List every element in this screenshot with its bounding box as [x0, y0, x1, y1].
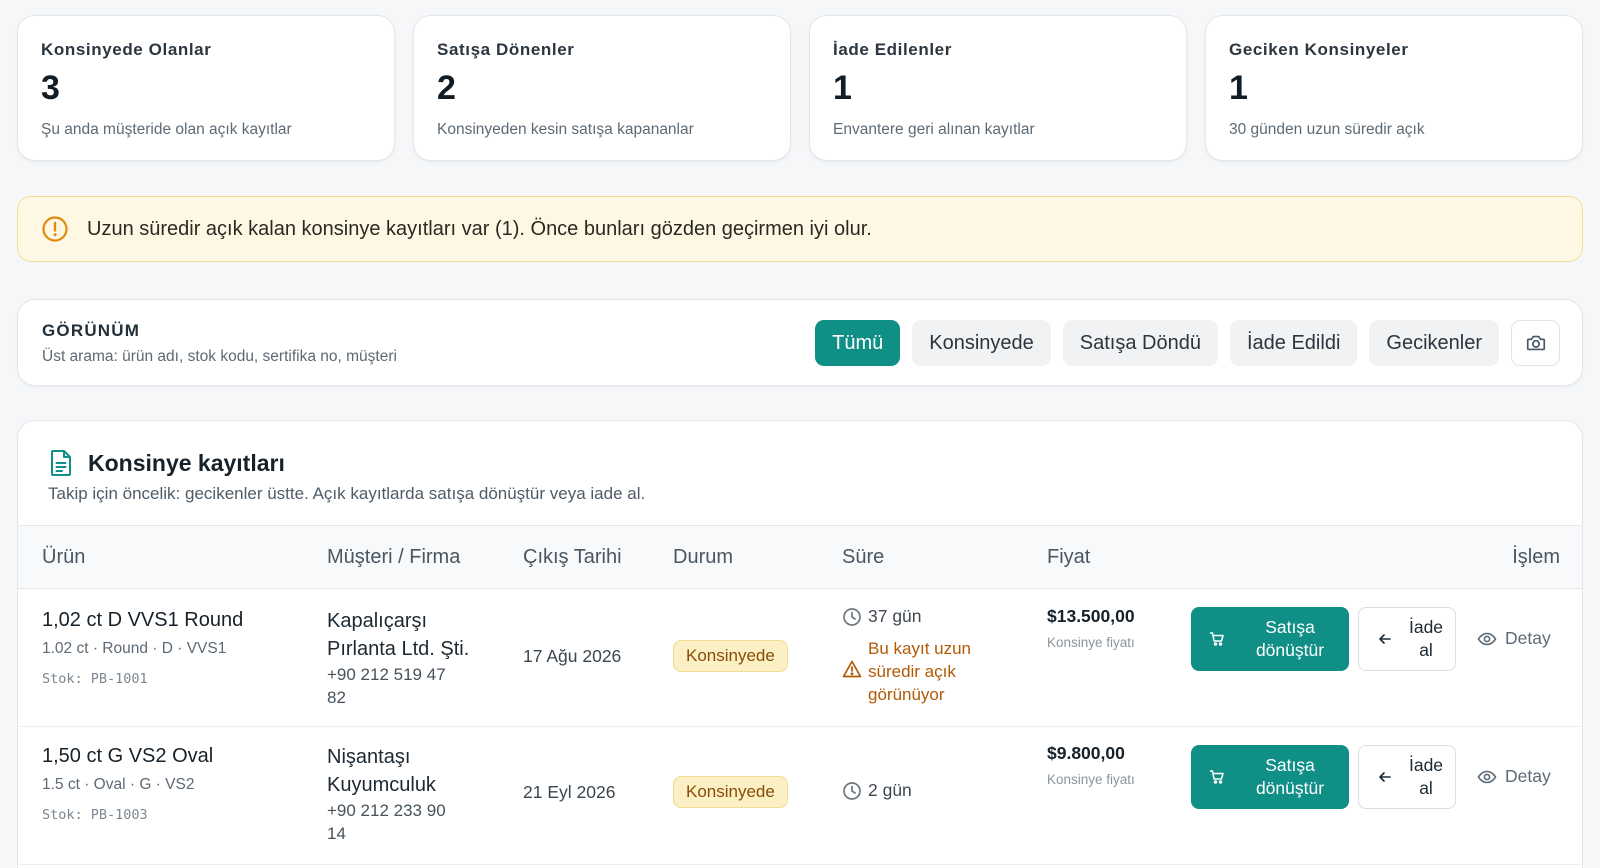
stat-value: 1 — [1229, 69, 1248, 107]
view-panel: GÖRÜNÜM Üst arama: ürün adı, stok kodu, … — [17, 299, 1583, 386]
checkout-date: 17 Ağu 2026 — [523, 646, 622, 666]
warning-text: Bu kayıt uzun süredir açık görünüyor — [868, 639, 972, 704]
filter-consigned-button[interactable]: Konsinyede — [912, 320, 1051, 366]
product-stock-code: Stok: PB-1003 — [42, 807, 148, 823]
status-badge: Konsinyede — [673, 776, 788, 808]
records-subtitle: Takip için öncelik: gecikenler üstte. Aç… — [48, 484, 646, 503]
stat-card-sold: Satışa Dönenler 2 Konsinyeden kesin satı… — [413, 15, 791, 161]
customer-name: Kapalıçarşı Pırlanta Ltd. Şti. — [327, 610, 470, 660]
stat-subtitle: Envantere geri alınan kayıtlar — [833, 121, 1035, 138]
return-label: İade al — [1408, 617, 1444, 660]
return-label: İade al — [1408, 755, 1444, 798]
view-subtitle: Üst arama: ürün adı, stok kodu, sertifik… — [42, 348, 397, 365]
view-title: GÖRÜNÜM — [42, 321, 141, 340]
stat-title: Satışa Dönenler — [437, 40, 575, 59]
filter-sold-button[interactable]: Satışa Döndü — [1062, 320, 1218, 366]
duration: 2 gün — [842, 780, 912, 801]
duration: 37 gün — [842, 606, 922, 627]
return-button[interactable]: İade al — [1358, 607, 1456, 671]
customer-name: Nişantaşı Kuyumculuk — [327, 746, 436, 796]
convert-label: Satışa dönüştür — [1255, 755, 1325, 798]
records-header: Konsinye kayıtları — [48, 449, 285, 477]
column-header-status[interactable]: Durum — [673, 546, 733, 569]
product-meta: 1.02 ct · Round · D · VVS1 — [42, 640, 227, 657]
stat-card-consigned: Konsinyede Olanlar 3 Şu anda müşteride o… — [17, 15, 395, 161]
product-name: 1,02 ct D VVS1 Round — [42, 609, 244, 631]
detail-link[interactable]: Detay — [1477, 628, 1551, 649]
product-stock-code: Stok: PB-1001 — [42, 671, 148, 687]
eye-icon — [1477, 770, 1497, 783]
stat-card-returned: İade Edilenler 1 Envantere geri alınan k… — [809, 15, 1187, 161]
column-header-date[interactable]: Çıkış Tarihi — [523, 546, 622, 569]
eye-icon — [1477, 632, 1497, 645]
stat-value: 1 — [833, 69, 852, 107]
detail-label: Detay — [1505, 766, 1551, 786]
clock-icon — [842, 781, 862, 801]
stat-title: İade Edilenler — [833, 40, 952, 59]
checkout-date: 21 Eyl 2026 — [523, 782, 616, 802]
table-row: 1,02 ct D VVS1 Round 1.02 ct · Round · D… — [18, 589, 1582, 727]
status-badge: Konsinyede — [673, 640, 788, 672]
alert-text: Uzun süredir açık kalan konsinye kayıtla… — [87, 217, 872, 240]
column-header-product[interactable]: Ürün — [42, 546, 85, 569]
table-header: Ürün Müşteri / Firma Çıkış Tarihi Durum … — [18, 525, 1582, 589]
column-header-price[interactable]: Fiyat — [1047, 546, 1090, 569]
customer-cell: Nişantaşı Kuyumculuk +90 212 233 90 14 — [327, 743, 497, 845]
clock-icon — [842, 607, 862, 627]
column-header-duration[interactable]: Süre — [842, 546, 884, 569]
column-header-action: İşlem — [1512, 546, 1560, 568]
stat-cards: Konsinyede Olanlar 3 Şu anda müşteride o… — [17, 15, 1583, 161]
filter-tabs: Tümü Konsinyede Satışa Döndü İade Edildi… — [815, 320, 1560, 366]
price-note: Konsinye fiyatı — [1047, 635, 1135, 650]
price: $9.800,00 — [1047, 743, 1125, 763]
return-button[interactable]: İade al — [1358, 745, 1456, 809]
camera-icon — [1526, 335, 1545, 351]
stat-subtitle: 30 günden uzun süredir açık — [1229, 121, 1425, 138]
convert-to-sale-button[interactable]: Satışa dönüştür — [1191, 745, 1349, 809]
convert-to-sale-button[interactable]: Satışa dönüştür — [1191, 607, 1349, 671]
cart-icon — [1209, 770, 1224, 784]
filter-overdue-button[interactable]: Gecikenler — [1369, 320, 1499, 366]
product-name: 1,50 ct G VS2 Oval — [42, 745, 214, 767]
detail-link[interactable]: Detay — [1477, 766, 1551, 787]
stat-card-overdue: Geciken Konsinyeler 1 30 günden uzun sür… — [1205, 15, 1583, 161]
arrow-left-icon — [1379, 772, 1391, 782]
duration-text: 37 gün — [868, 606, 922, 626]
document-icon — [51, 450, 71, 476]
table-row: 1,50 ct G VS2 Oval 1.5 ct · Oval · G · V… — [18, 727, 1582, 865]
camera-button[interactable] — [1511, 320, 1560, 366]
stat-title: Geciken Konsinyeler — [1229, 40, 1409, 59]
filter-returned-button[interactable]: İade Edildi — [1229, 320, 1358, 366]
stat-value: 3 — [41, 69, 60, 107]
product-meta: 1.5 ct · Oval · G · VS2 — [42, 776, 195, 793]
customer-cell: Kapalıçarşı Pırlanta Ltd. Şti. +90 212 5… — [327, 607, 497, 709]
column-header-customer[interactable]: Müşteri / Firma — [327, 546, 460, 569]
detail-label: Detay — [1505, 628, 1551, 648]
price-note: Konsinye fiyatı — [1047, 772, 1135, 787]
stat-value: 2 — [437, 69, 456, 107]
alert-circle-icon — [41, 215, 69, 243]
filter-all-button[interactable]: Tümü — [815, 320, 901, 366]
stat-title: Konsinyede Olanlar — [41, 40, 212, 59]
overdue-warning: Bu kayıt uzun süredir açık görünüyor — [842, 637, 993, 706]
price: $13.500,00 — [1047, 606, 1135, 626]
overdue-alert-banner: Uzun süredir açık kalan konsinye kayıtla… — [17, 196, 1583, 262]
customer-phone: +90 212 519 47 82 — [327, 665, 446, 707]
customer-phone: +90 212 233 90 14 — [327, 801, 446, 843]
convert-label: Satışa dönüştür — [1255, 617, 1325, 660]
consignment-records-panel: Konsinye kayıtları Takip için öncelik: g… — [17, 420, 1583, 868]
warning-triangle-icon — [842, 659, 862, 685]
stat-subtitle: Şu anda müşteride olan açık kayıtlar — [41, 121, 292, 138]
records-title: Konsinye kayıtları — [88, 449, 285, 476]
arrow-left-icon — [1379, 634, 1391, 644]
duration-text: 2 gün — [868, 780, 912, 800]
stat-subtitle: Konsinyeden kesin satışa kapananlar — [437, 121, 694, 138]
cart-icon — [1209, 632, 1224, 646]
